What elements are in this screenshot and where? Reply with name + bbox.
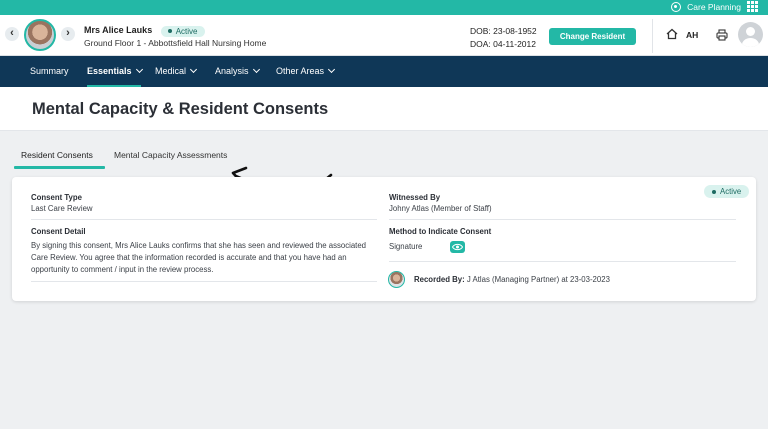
tab-resident-consents[interactable]: Resident Consents	[21, 150, 93, 160]
status-dot-icon	[712, 189, 716, 194]
divider	[31, 219, 377, 220]
user-avatar[interactable]	[738, 22, 763, 47]
tab-mental-capacity-assessments[interactable]: Mental Capacity Assessments	[114, 150, 227, 160]
resident-location: Ground Floor 1 - Abbottsfield Hall Nursi…	[84, 38, 267, 48]
consent-type-label: Consent Type	[31, 193, 82, 202]
view-signature-button[interactable]	[450, 241, 465, 253]
consent-card: Active Consent Type Last Care Review Con…	[12, 177, 756, 301]
chevron-down-icon	[189, 65, 198, 74]
resident-dob: DOB: 23-08-1952	[470, 26, 537, 36]
apps-grid-icon[interactable]	[747, 1, 758, 12]
consent-type-value: Last Care Review	[31, 204, 93, 213]
consent-method-value: Signature	[389, 242, 423, 251]
printer-icon[interactable]	[716, 29, 728, 41]
divider	[31, 281, 377, 282]
nav-other-areas[interactable]: Other Areas	[276, 65, 336, 76]
consent-method-label: Method to Indicate Consent	[389, 227, 492, 236]
resident-name-row: Mrs Alice Lauks Active	[84, 25, 205, 37]
status-badge: Active	[160, 25, 205, 37]
gear-icon[interactable]	[671, 1, 682, 12]
next-resident-button[interactable]: ›	[61, 27, 75, 41]
recorded-by-label: Recorded By:	[414, 275, 465, 284]
care-planning-menu[interactable]: Care Planning	[671, 1, 758, 12]
witnessed-by-value: Johny Atlas (Member of Staff)	[389, 204, 492, 213]
user-initials[interactable]: AH	[686, 30, 698, 40]
resident-doa: DOA: 04-11-2012	[470, 39, 536, 49]
witnessed-by-label: Witnessed By	[389, 193, 441, 202]
resident-dates: DOB: 23-08-1952 DOA: 04-11-2012	[470, 25, 537, 51]
nav-summary[interactable]: Summary	[30, 66, 69, 76]
top-bar: Care Planning	[0, 0, 768, 15]
nav-analysis[interactable]: Analysis	[215, 65, 260, 76]
consent-status-badge: Active	[704, 185, 750, 198]
chevron-down-icon	[252, 65, 260, 74]
title-band: Mental Capacity & Resident Consents	[0, 87, 768, 131]
divider	[389, 219, 736, 220]
eye-icon	[452, 243, 463, 251]
recorder-avatar	[388, 271, 405, 288]
home-icon[interactable]	[666, 28, 678, 40]
nav-essentials[interactable]: Essentials	[87, 65, 143, 76]
header-divider	[652, 19, 653, 53]
tab-active-indicator	[14, 166, 105, 169]
resident-header: ‹ › Mrs Alice Lauks Active Ground Floor …	[0, 15, 768, 56]
status-dot-icon	[167, 29, 172, 33]
recorded-by-value: J Atlas (Managing Partner) at 23-03-2023	[466, 275, 610, 284]
main-nav: Summary Essentials Medical Analysis Othe…	[0, 56, 768, 87]
consent-detail-label: Consent Detail	[31, 227, 86, 236]
divider	[389, 261, 736, 262]
page-title: Mental Capacity & Resident Consents	[32, 100, 329, 118]
change-resident-button[interactable]: Change Resident	[549, 28, 636, 45]
care-planning-label: Care Planning	[687, 1, 741, 12]
resident-avatar	[24, 19, 56, 51]
previous-resident-button[interactable]: ‹	[5, 27, 19, 41]
chevron-down-icon	[135, 65, 143, 74]
recorded-by: Recorded By: J Atlas (Managing Partner) …	[414, 275, 610, 284]
consent-detail-value: By signing this consent, Mrs Alice Lauks…	[31, 241, 367, 274]
resident-name: Mrs Alice Lauks	[84, 25, 153, 35]
nav-medical[interactable]: Medical	[155, 65, 198, 76]
chevron-down-icon	[327, 65, 336, 74]
